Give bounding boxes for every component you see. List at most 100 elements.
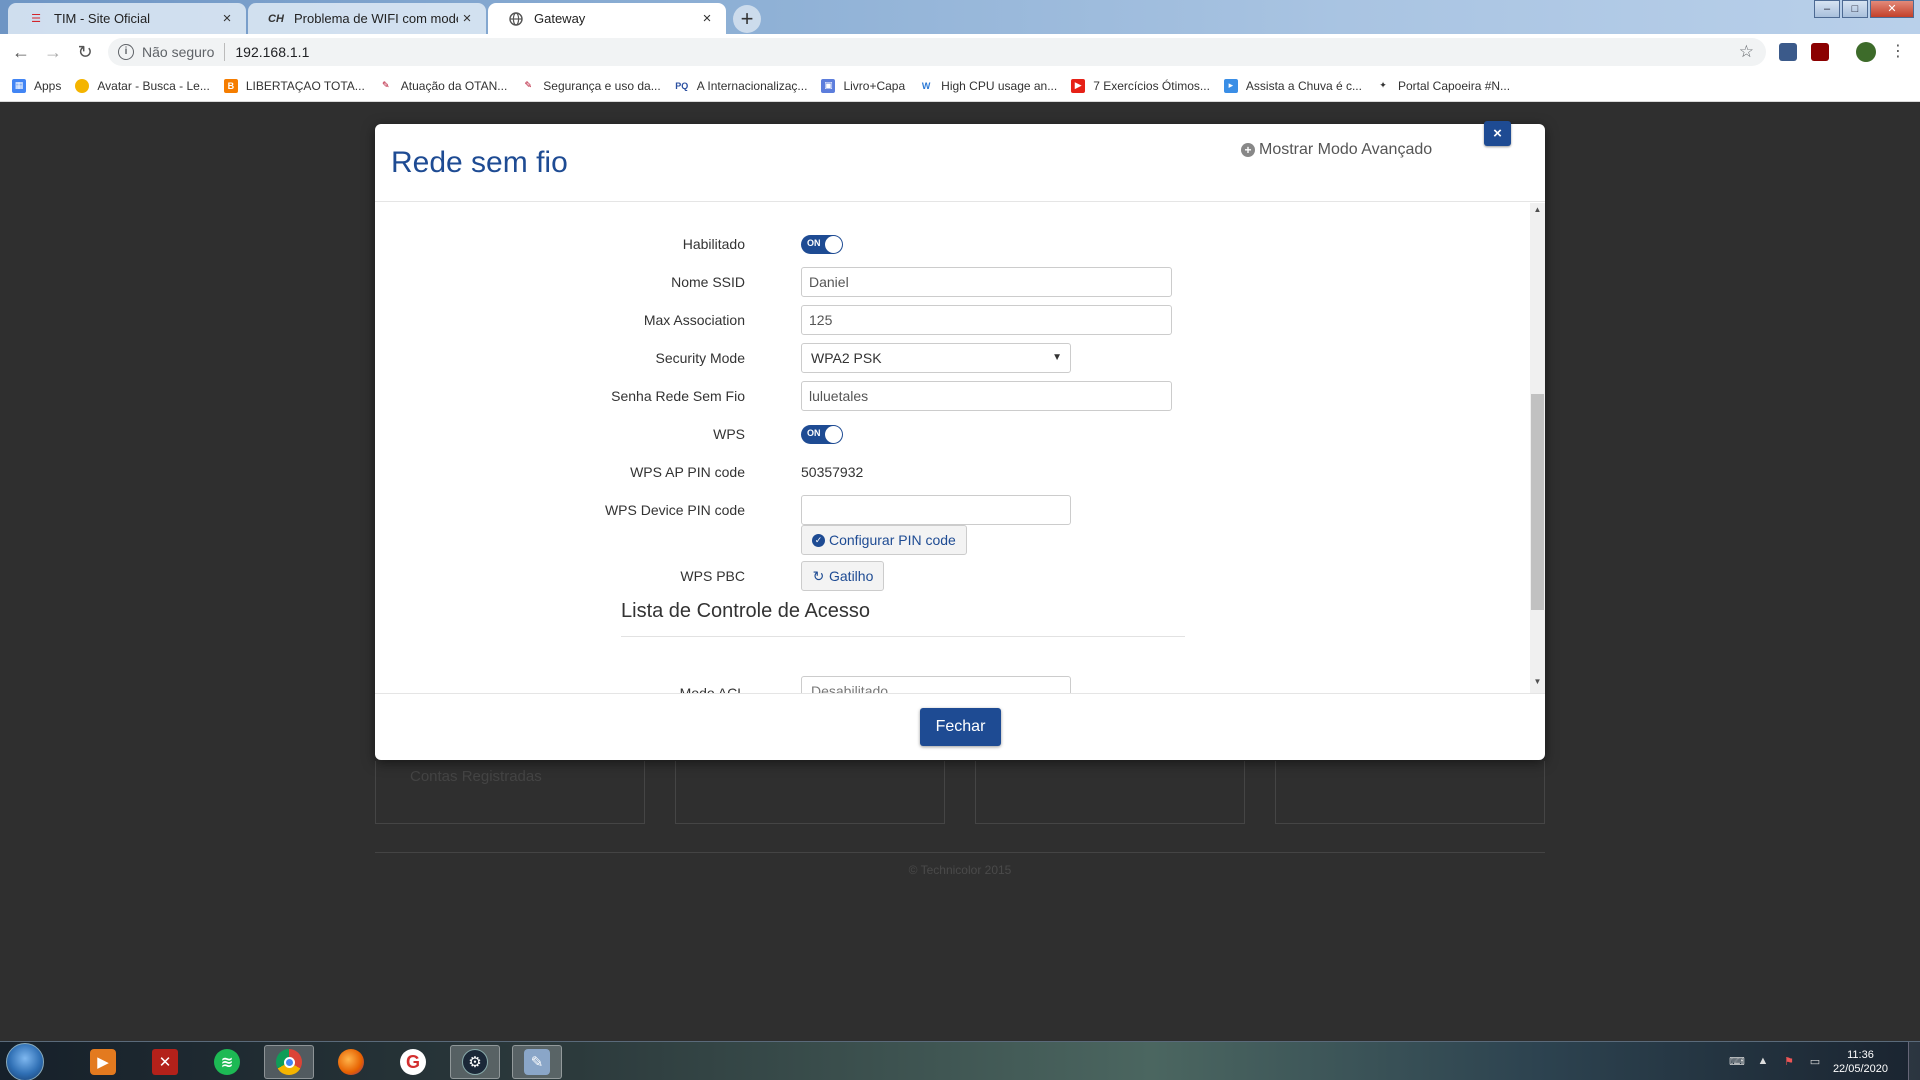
wps-toggle[interactable]: ON (801, 425, 843, 444)
form-row-ssid: Nome SSID Daniel (375, 267, 1545, 299)
taskbar-firefox[interactable] (326, 1045, 376, 1079)
close-icon[interactable]: × (218, 10, 236, 27)
form-row-wps-ap-pin: WPS AP PIN code 50357932 (375, 457, 1545, 489)
action-center-flag-icon[interactable]: ⚑ (1781, 1055, 1797, 1069)
system-tray: ⌨ ▲ ⚑ ▭ 11:36 22/05/2020 (1729, 1042, 1920, 1080)
divider (375, 852, 1545, 853)
forward-arrow-icon[interactable]: → (41, 40, 65, 64)
background-card: Contas Registradas (375, 761, 645, 824)
bookmark-item[interactable]: ✎ Atuação da OTAN... (379, 78, 508, 93)
feather-icon: ✎ (382, 80, 390, 90)
configure-pin-button[interactable]: ✓ Configurar PIN code (801, 525, 967, 555)
window-close-icon[interactable]: ✕ (1870, 0, 1914, 18)
tab-clube-hardware[interactable]: CH Problema de WIFI com modem T × (248, 3, 486, 34)
modal-close-button[interactable]: × (1484, 121, 1511, 146)
scroll-up-arrow-icon[interactable]: ▲ (1530, 205, 1545, 219)
max-association-label: Max Association (643, 312, 745, 328)
bookmark-star-icon[interactable]: ☆ (1739, 42, 1754, 62)
bookmark-item[interactable]: ▣ Livro+Capa (821, 78, 905, 93)
bookmark-label: Atuação da OTAN... (400, 78, 508, 93)
bookmark-label: 7 Exercícios Ótimos... (1093, 78, 1210, 93)
system-clock[interactable]: 11:36 22/05/2020 (1833, 1048, 1888, 1076)
taskbar-chrome[interactable] (264, 1045, 314, 1079)
show-advanced-link[interactable]: + Mostrar Modo Avançado (1241, 141, 1432, 159)
max-association-input[interactable]: 125 (801, 305, 1172, 335)
new-tab-button[interactable]: + (733, 5, 761, 33)
apps-grid-icon: ▦ (12, 78, 26, 93)
clock-date: 22/05/2020 (1832, 1062, 1888, 1075)
background-card (1275, 761, 1545, 824)
chrome-icon (276, 1049, 302, 1075)
reload-icon[interactable]: ↻ (73, 40, 97, 64)
ublock-icon[interactable] (1811, 43, 1829, 61)
scrollbar-thumb[interactable] (1531, 394, 1544, 610)
play-icon: ▸ (1223, 78, 1238, 93)
youtube-icon: ▶ (1071, 78, 1086, 93)
bookmark-item[interactable]: B LIBERTAÇAO TOTA... (223, 78, 365, 93)
modal-header: Rede sem fio + Mostrar Modo Avançado (375, 124, 1545, 202)
tray-expand-icon[interactable]: ▲ (1755, 1055, 1771, 1069)
acl-mode-select[interactable]: Desabilitado (801, 676, 1071, 693)
bookmark-apps[interactable]: ▦ Apps (12, 78, 61, 93)
security-mode-select[interactable]: WPA2 PSK ▼ (801, 343, 1071, 373)
taskbar-media-player[interactable]: ▶ (78, 1045, 128, 1079)
globe-icon (508, 11, 524, 27)
background-footer: © Technicolor 2015 (908, 863, 1012, 877)
ssid-label: Nome SSID (671, 274, 745, 290)
toggle-knob (825, 426, 842, 443)
acl-mode-label: Modo ACL (679, 685, 745, 693)
tab-gateway[interactable]: Gateway × (488, 3, 726, 34)
bookmark-item[interactable]: ✦ Portal Capoeira #N... (1376, 79, 1510, 93)
close-icon[interactable]: × (458, 10, 476, 27)
bookmark-item[interactable]: ▶ 7 Exercícios Ótimos... (1071, 78, 1210, 93)
bookmark-item[interactable]: Avatar - Busca - Le... (75, 78, 210, 93)
bookmark-item[interactable]: ✎ Segurança e uso da... (521, 79, 661, 93)
info-icon[interactable]: i (118, 44, 134, 60)
security-mode-label: Security Mode (655, 350, 745, 366)
form-row-acl-mode: Modo ACL Desabilitado (375, 676, 1545, 693)
taskbar-spotify[interactable]: ≋ (202, 1045, 252, 1079)
taskbar-dota[interactable]: ✕ (140, 1045, 190, 1079)
feather-icon: ✎ (524, 80, 533, 90)
divider (621, 636, 1185, 637)
extension-icon[interactable] (1779, 43, 1797, 61)
trigger-button[interactable]: ↻ Gatilho (801, 561, 885, 591)
close-modal-button[interactable]: Fechar (920, 708, 1001, 746)
start-button[interactable] (6, 1043, 44, 1080)
enabled-toggle[interactable]: ON (801, 235, 843, 254)
bookmark-item[interactable]: W High CPU usage an... (919, 79, 1057, 93)
pq-icon: PQ (675, 80, 689, 91)
address-bar[interactable]: i Não seguro 192.168.1.1 ☆ (108, 38, 1766, 66)
bookmark-item[interactable]: PQ A Internacionalizaç... (675, 79, 807, 93)
configure-pin-label: Configurar PIN code (829, 532, 956, 548)
show-desktop-button[interactable] (1908, 1042, 1920, 1080)
maximize-icon[interactable]: □ (1842, 0, 1868, 18)
scroll-down-arrow-icon[interactable]: ▼ (1530, 677, 1545, 691)
keyboard-icon[interactable]: ⌨ (1729, 1055, 1745, 1069)
taskbar-g-app[interactable]: G (388, 1045, 438, 1079)
close-icon[interactable]: × (698, 10, 716, 27)
tab-title: TIM - Site Oficial (54, 11, 151, 26)
tab-title: Problema de WIFI com modem T (294, 11, 458, 26)
menu-kebab-icon[interactable]: ⋮ (1886, 40, 1910, 64)
security-mode-value: WPA2 PSK (811, 350, 882, 366)
background-card (975, 761, 1245, 824)
book-icon: ▣ (821, 78, 836, 93)
back-arrow-icon[interactable]: ← (9, 40, 33, 64)
taskbar-steam[interactable]: ⚙ (450, 1045, 500, 1079)
taskbar-paint[interactable]: ✎ (512, 1045, 562, 1079)
trigger-label: Gatilho (829, 568, 874, 584)
tim-logo-icon: ☰ (31, 13, 41, 25)
ssid-input[interactable]: Daniel (801, 267, 1172, 297)
bookmark-label: LIBERTAÇAO TOTA... (245, 78, 365, 93)
password-input[interactable]: luluetales (801, 381, 1172, 411)
wps-ap-pin-label: WPS AP PIN code (630, 464, 745, 480)
wireless-modal: Rede sem fio + Mostrar Modo Avançado × H… (375, 121, 1545, 760)
bookmark-item[interactable]: ▸ Assista a Chuva é c... (1223, 78, 1362, 93)
tab-tim[interactable]: ☰ TIM - Site Oficial × (8, 3, 246, 34)
minimize-icon[interactable]: – (1814, 0, 1840, 18)
profile-avatar[interactable] (1856, 42, 1876, 62)
form-row-wps-pbc: WPS PBC ↻ Gatilho (375, 561, 1545, 593)
wps-device-pin-input[interactable] (801, 495, 1071, 525)
network-icon[interactable]: ▭ (1807, 1055, 1823, 1069)
